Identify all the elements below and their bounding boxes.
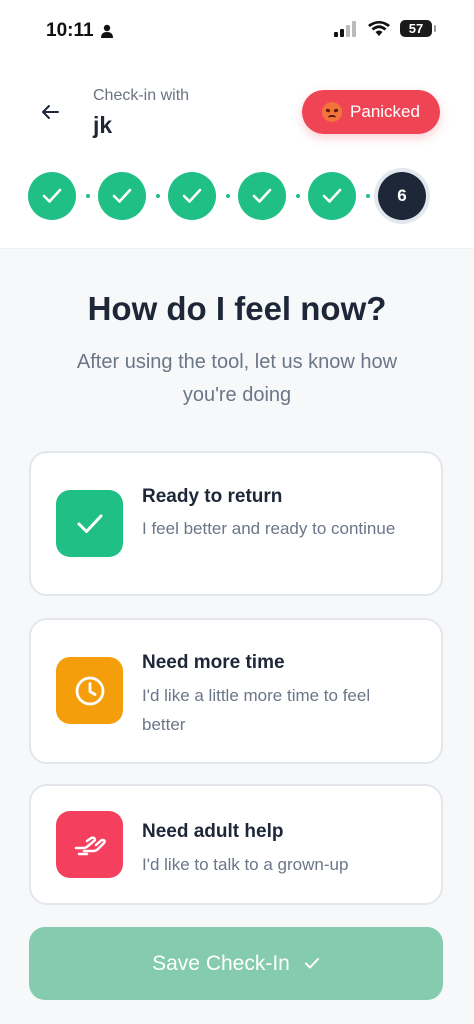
step-6-current: 6 bbox=[378, 172, 426, 220]
option-description: I'd like to talk to a grown-up bbox=[142, 855, 349, 874]
option-title: Ready to return bbox=[142, 486, 283, 507]
save-button-label: Save Check-In bbox=[152, 951, 290, 975]
step-connector bbox=[86, 194, 90, 198]
battery-icon: 57 bbox=[400, 20, 436, 37]
header: Check-in with jk Panicked 6 bbox=[0, 62, 474, 249]
option-description: I feel better and ready to continue bbox=[142, 519, 396, 538]
step-2-complete bbox=[98, 172, 146, 220]
clock-icon bbox=[75, 676, 104, 705]
step-connector bbox=[156, 194, 160, 198]
person-icon bbox=[100, 24, 113, 38]
current-step-number: 6 bbox=[397, 186, 407, 205]
back-button[interactable] bbox=[34, 96, 66, 128]
step-5-complete bbox=[308, 172, 356, 220]
mood-badge[interactable]: Panicked bbox=[302, 90, 440, 134]
option-need-more-time[interactable]: Need more time I'd like a little more ti… bbox=[29, 618, 443, 764]
check-icon bbox=[182, 188, 202, 203]
option-icon-box bbox=[56, 490, 123, 557]
clock-text: 10:11 bbox=[46, 20, 94, 41]
option-icon-box bbox=[56, 811, 123, 878]
option-need-adult-help[interactable]: Need adult help I'd like to talk to a gr… bbox=[29, 784, 443, 905]
checkin-label: Check-in with bbox=[93, 87, 190, 104]
save-checkin-button[interactable]: Save Check-In bbox=[29, 927, 443, 1000]
signal-icon bbox=[334, 20, 356, 37]
check-icon bbox=[252, 188, 272, 203]
step-connector bbox=[366, 194, 370, 198]
check-icon bbox=[304, 958, 319, 969]
wifi-icon bbox=[368, 20, 390, 36]
option-ready-to-return[interactable]: Ready to return I feel better and ready … bbox=[29, 451, 443, 596]
step-connector bbox=[226, 194, 230, 198]
option-title: Need adult help bbox=[142, 821, 284, 842]
status-time: 10:11 bbox=[46, 20, 114, 42]
check-icon bbox=[322, 188, 342, 203]
progress-steps: 6 bbox=[28, 172, 448, 222]
step-3-complete bbox=[168, 172, 216, 220]
status-indicators: 57 bbox=[334, 20, 436, 37]
status-bar: 10:11 57 bbox=[0, 0, 474, 62]
student-name: jk bbox=[93, 112, 113, 138]
battery-level: 57 bbox=[408, 21, 424, 36]
helping-hand-icon bbox=[74, 835, 106, 855]
option-title: Need more time bbox=[142, 652, 285, 673]
angry-face-icon bbox=[322, 102, 343, 122]
step-connector bbox=[296, 194, 300, 198]
page-subtitle: After using the tool, let us know how yo… bbox=[76, 351, 398, 406]
mood-label: Panicked bbox=[350, 102, 420, 121]
check-icon bbox=[77, 514, 102, 533]
step-1-complete bbox=[28, 172, 76, 220]
check-icon bbox=[42, 188, 62, 203]
option-description: I'd like a little more time to feel bett… bbox=[142, 686, 371, 734]
step-4-complete bbox=[238, 172, 286, 220]
option-icon-box bbox=[56, 657, 123, 724]
arrow-left-icon bbox=[42, 105, 59, 119]
page-title: How do I feel now? bbox=[87, 290, 387, 327]
check-icon bbox=[112, 188, 132, 203]
